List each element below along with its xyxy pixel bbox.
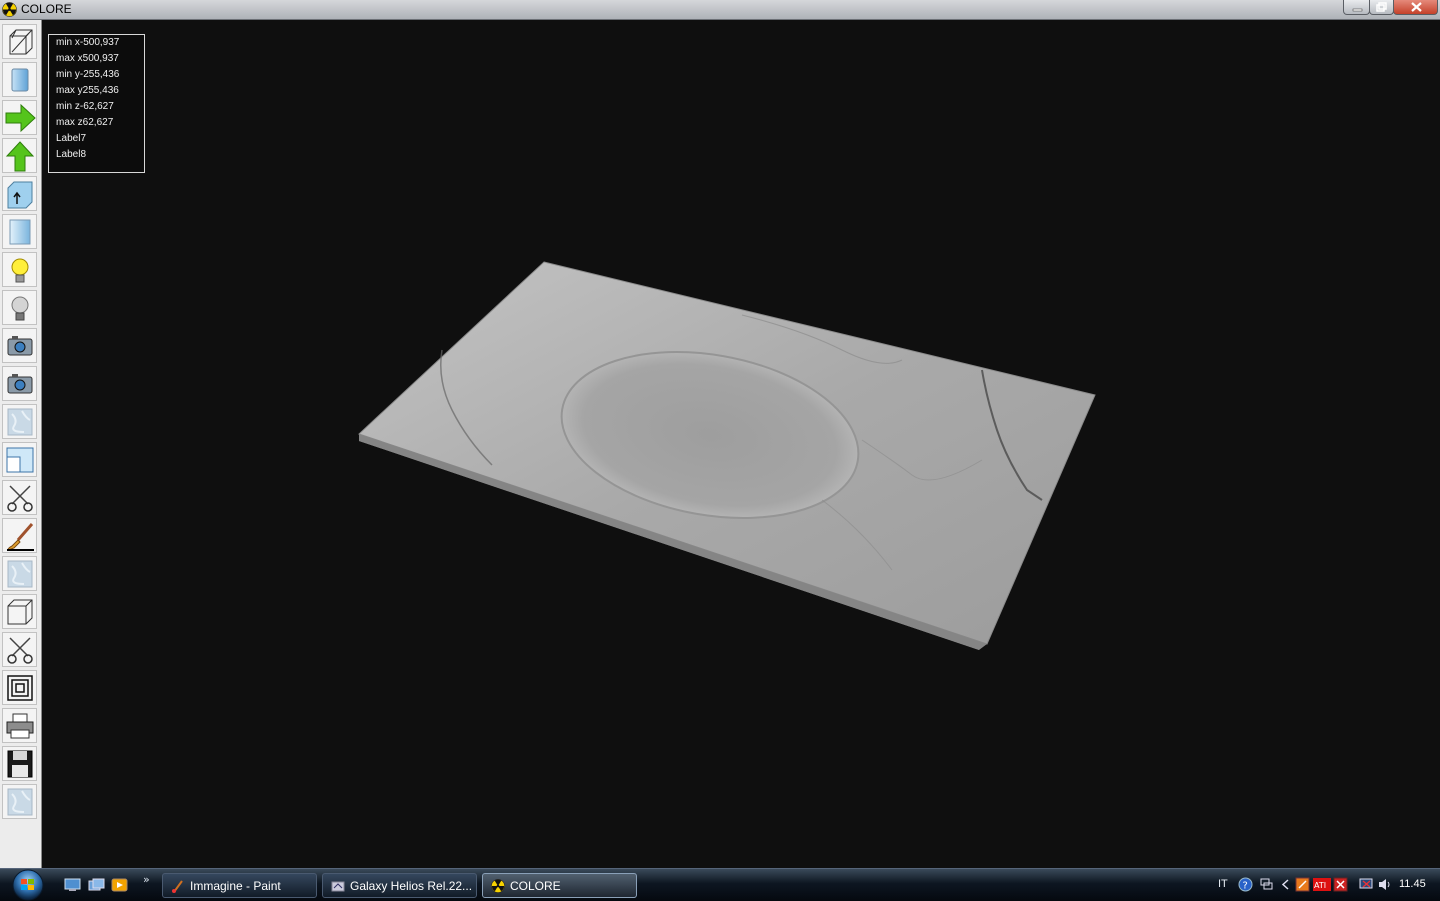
show-desktop-icon[interactable] xyxy=(64,878,81,892)
arrow-left-icon[interactable] xyxy=(1278,877,1293,892)
label7: Label7 xyxy=(56,133,87,144)
title-bar[interactable]: COLORE xyxy=(0,0,1440,20)
min-y-label: min y-255,436 xyxy=(56,69,120,80)
tool-bar xyxy=(0,20,42,868)
switch-windows-icon[interactable] xyxy=(88,878,105,892)
max-x-label: max x500,937 xyxy=(56,53,119,64)
tray-app-icon[interactable] xyxy=(1295,877,1310,892)
ati-icon[interactable]: ATI xyxy=(1313,877,1331,892)
bounds-info-panel: min x-500,937 max x500,937 min y-255,436… xyxy=(48,34,145,173)
clock[interactable]: 11.45 xyxy=(1399,878,1426,890)
windows-orb-icon[interactable] xyxy=(8,869,48,901)
lightbulb-off-icon xyxy=(11,296,29,321)
minimize-button[interactable] xyxy=(1343,0,1370,15)
nested-squares-icon xyxy=(7,675,33,701)
scissors-2-button[interactable] xyxy=(2,632,37,667)
paintbrush-icon xyxy=(7,523,34,551)
camera-2-icon xyxy=(7,374,33,394)
light-on-button[interactable] xyxy=(2,252,37,287)
window-split-icon xyxy=(6,447,34,473)
solid-shading-icon xyxy=(11,68,29,92)
texture-panel-icon xyxy=(9,219,31,245)
svg-text:ATI: ATI xyxy=(1314,881,1326,890)
task-colore[interactable]: COLORE xyxy=(482,873,637,898)
marble-texture-2-button[interactable] xyxy=(2,556,37,591)
marble-texture-icon xyxy=(7,408,33,436)
3d-viewport[interactable] xyxy=(42,20,1440,868)
texture-up-button[interactable] xyxy=(2,176,37,211)
min-z-label: min z-62,627 xyxy=(56,101,114,112)
monitor-icon[interactable] xyxy=(1359,877,1374,892)
max-z-label: max z62,627 xyxy=(56,117,114,128)
paintbrush-button[interactable] xyxy=(2,518,37,553)
paint-icon xyxy=(172,880,183,893)
cube-icon xyxy=(7,599,33,625)
texture-panel-button[interactable] xyxy=(2,214,37,249)
texture-up-icon xyxy=(7,181,33,209)
task-label: Galaxy Helios Rel.22... xyxy=(350,879,473,893)
solid-shading-button[interactable] xyxy=(2,62,37,97)
printer-icon xyxy=(6,713,34,739)
network-icon[interactable] xyxy=(1259,877,1274,892)
media-player-icon[interactable] xyxy=(111,878,128,892)
floppy-disk-icon xyxy=(7,750,33,778)
task-label: COLORE xyxy=(510,879,561,893)
cube-button[interactable] xyxy=(2,594,37,629)
task-galaxy-helios[interactable]: Galaxy Helios Rel.22... xyxy=(322,873,477,898)
taskbar: » Immagine - Paint Galaxy Helios Rel.22.… xyxy=(0,868,1440,901)
close-button[interactable] xyxy=(1393,0,1438,15)
max-y-label: max y255,436 xyxy=(56,85,119,96)
arrow-right-button[interactable] xyxy=(2,100,37,135)
wireframe-button[interactable] xyxy=(2,24,37,59)
close-icon xyxy=(1411,2,1422,12)
task-label: Immagine - Paint xyxy=(190,879,281,893)
camera-2-button[interactable] xyxy=(2,366,37,401)
min-x-label: min x-500,937 xyxy=(56,37,120,48)
arrow-right-icon xyxy=(5,103,36,133)
galaxy-helios-icon xyxy=(331,881,345,892)
label8: Label8 xyxy=(56,149,87,160)
marble-slab-render[interactable] xyxy=(42,20,1440,868)
marble-texture-button[interactable] xyxy=(2,404,37,439)
marble-texture-3-button[interactable] xyxy=(2,784,37,819)
scissors-2-icon xyxy=(7,637,33,664)
window-title: COLORE xyxy=(21,2,72,16)
restore-icon xyxy=(1376,2,1387,12)
minimize-icon xyxy=(1352,8,1363,12)
camera-icon xyxy=(7,336,33,356)
security-icon[interactable] xyxy=(1333,877,1348,892)
restore-button[interactable] xyxy=(1369,0,1394,15)
print-button[interactable] xyxy=(2,708,37,743)
radiation-icon xyxy=(2,2,17,17)
arrow-up-button[interactable] xyxy=(2,138,37,173)
arrow-up-icon xyxy=(5,141,35,172)
quick-launch-more-button[interactable]: » xyxy=(143,873,150,886)
svg-text:?: ? xyxy=(1243,881,1248,892)
scissors-icon xyxy=(7,485,33,512)
camera-button[interactable] xyxy=(2,328,37,363)
language-indicator[interactable]: IT xyxy=(1218,878,1228,890)
marble-texture-3-icon xyxy=(7,788,33,816)
nested-squares-button[interactable] xyxy=(2,670,37,705)
lightbulb-on-icon xyxy=(11,258,29,283)
light-off-button[interactable] xyxy=(2,290,37,325)
window-split-button[interactable] xyxy=(2,442,37,477)
marble-texture-2-icon xyxy=(7,560,33,588)
volume-icon[interactable] xyxy=(1377,877,1392,892)
wireframe-icon xyxy=(9,29,33,55)
scissors-button[interactable] xyxy=(2,480,37,515)
radiation-icon xyxy=(491,879,505,893)
task-paint[interactable]: Immagine - Paint xyxy=(162,873,317,898)
help-icon[interactable]: ? xyxy=(1238,877,1253,892)
save-button[interactable] xyxy=(2,746,37,781)
